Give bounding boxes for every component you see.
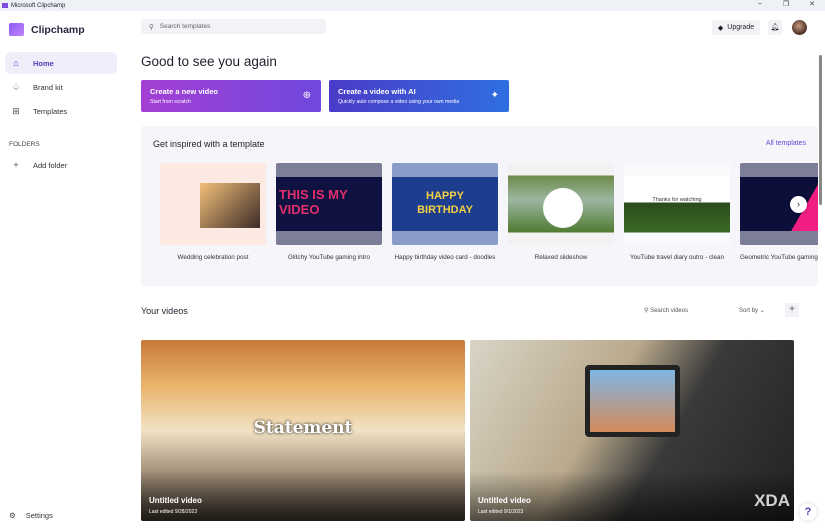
template-card[interactable]: Wedding celebration post [160,163,266,261]
template-label: Relaxed slideshow [534,254,588,261]
sidebar-item-brand-kit[interactable]: ♤ Brand kit [5,76,117,98]
search-templates-input[interactable]: ⚲ Search templates [141,19,326,34]
template-thumbnail: THIS IS MY VIDEO [276,163,382,245]
search-placeholder: Search templates [159,23,211,30]
window-title: Microsoft Clipchamp [11,2,66,9]
upgrade-label: Upgrade [727,24,755,31]
sort-label: Sort by [739,308,759,314]
page-title: Good to see you again [141,54,277,69]
brand-logo[interactable]: Clipchamp [9,23,85,36]
all-templates-link[interactable]: All templates [766,140,806,147]
settings-label: Settings [25,511,53,520]
template-section: Get inspired with a template All templat… [141,126,818,286]
cta-title: Create a new video [150,87,218,96]
plus-icon: + [13,160,19,170]
diamond-icon: ◆ [717,24,724,32]
create-video-with-ai-button[interactable]: Create a video with AI Quickly auto compo… [329,80,509,112]
template-label: Glitchy YouTube gaming intro [287,254,371,261]
template-thumbnail: HAPPY BIRTHDAY [392,163,498,245]
brand-name: Clipchamp [31,23,85,36]
add-folder-label: Add folder [33,160,68,170]
your-videos-heading: Your videos [141,306,188,316]
restore-button[interactable]: ❐ [773,0,799,8]
sidebar-item-templates[interactable]: ⊞ Templates [5,100,117,122]
help-button[interactable]: ? [799,503,817,521]
create-new-video-button[interactable]: Create a new video Start from scratch ⊕ [141,80,321,112]
video-edited-date: Last edited 9/1/2023 [478,509,524,515]
close-button[interactable]: ✕ [799,0,825,8]
template-card[interactable]: Thanks for watching YouTube travel diary … [624,163,730,261]
template-label: Geometric YouTube gaming [740,254,818,261]
video-title: Untitled video [149,496,202,505]
settings-button[interactable]: ⚙ Settings [9,511,53,520]
sparkle-icon: ✦ [490,90,499,101]
search-icon: ⚲ [149,23,154,31]
templates-icon: ⊞ [12,105,20,116]
sidebar-item-label: Templates [33,106,68,116]
home-icon: ⌂ [13,58,19,68]
clipchamp-logo-icon [9,23,24,36]
upgrade-button[interactable]: ◆ Upgrade [712,20,760,35]
template-thumbnail [508,163,614,245]
minimize-button[interactable]: – [747,0,773,8]
thumbnail-text: Thanks for watching [652,197,702,203]
search-videos-input[interactable]: ⚲ Search videos [644,307,688,314]
main-content: ⚲ Search templates ◆ Upgrade 🔔︎ Good to se… [128,11,825,528]
gear-icon: ⚙ [9,511,16,520]
thumbnail-text: HAPPY BIRTHDAY [417,190,473,216]
scrollbar[interactable] [818,45,823,205]
template-card[interactable]: Relaxed slideshow [508,163,614,261]
brand-kit-icon: ♤ [11,81,21,92]
add-video-button[interactable]: + [785,303,799,317]
template-label: Wedding celebration post [177,254,249,261]
cta-subtitle: Start from scratch [150,99,191,105]
thumbnail-text: THIS IS MY VIDEO [279,187,348,217]
app-icon [2,3,8,8]
avatar[interactable] [792,20,807,35]
video-card[interactable]: XDA Untitled video Last edited 9/1/2023 [470,340,794,521]
next-templates-chevron-icon[interactable]: › [790,196,807,213]
chevron-down-icon: ⌄ [759,308,765,314]
sidebar-item-label: Home [33,58,54,68]
plus-circle-icon: ⊕ [302,90,311,101]
add-folder-button[interactable]: + Add folder [5,154,117,176]
template-label: YouTube travel diary outro - clean [629,254,725,261]
template-card[interactable]: THIS IS MY VIDEO Glitchy YouTube gaming i… [276,163,382,261]
notifications-bell-icon[interactable]: 🔔︎ [768,20,782,35]
search-placeholder: Search videos [650,308,689,314]
template-label: Happy birthday video card - doodles [394,254,496,261]
template-card[interactable]: HAPPY BIRTHDAY Happy birthday video card … [392,163,498,261]
xda-watermark: XDA [754,491,790,510]
template-thumbnail [160,163,266,245]
template-card[interactable]: Geometric YouTube gaming [740,163,818,261]
video-edited-date: Last edited 9/28/2023 [149,509,198,515]
sidebar-item-label: Brand kit [33,82,63,92]
sidebar: Clipchamp ⌂ Home ♤ Brand kit ⊞ Templates FO… [0,11,128,528]
sidebar-item-home[interactable]: ⌂ Home [5,52,117,74]
template-thumbnail: Thanks for watching [624,163,730,245]
video-overlay-text: Statement [253,418,353,438]
section-heading: Get inspired with a template [153,139,265,149]
sort-by-dropdown[interactable]: Sort by ⌄ [739,307,765,314]
folders-heading: FOLDERS [9,141,40,148]
video-card[interactable]: Statement Untitled video Last edited 9/28/… [141,340,465,521]
cta-title: Create a video with AI [338,87,416,96]
cta-subtitle: Quickly auto compose a video using your … [338,99,460,105]
title-bar: Microsoft Clipchamp – ❐ ✕ [0,0,825,11]
video-title: Untitled video [478,496,531,505]
